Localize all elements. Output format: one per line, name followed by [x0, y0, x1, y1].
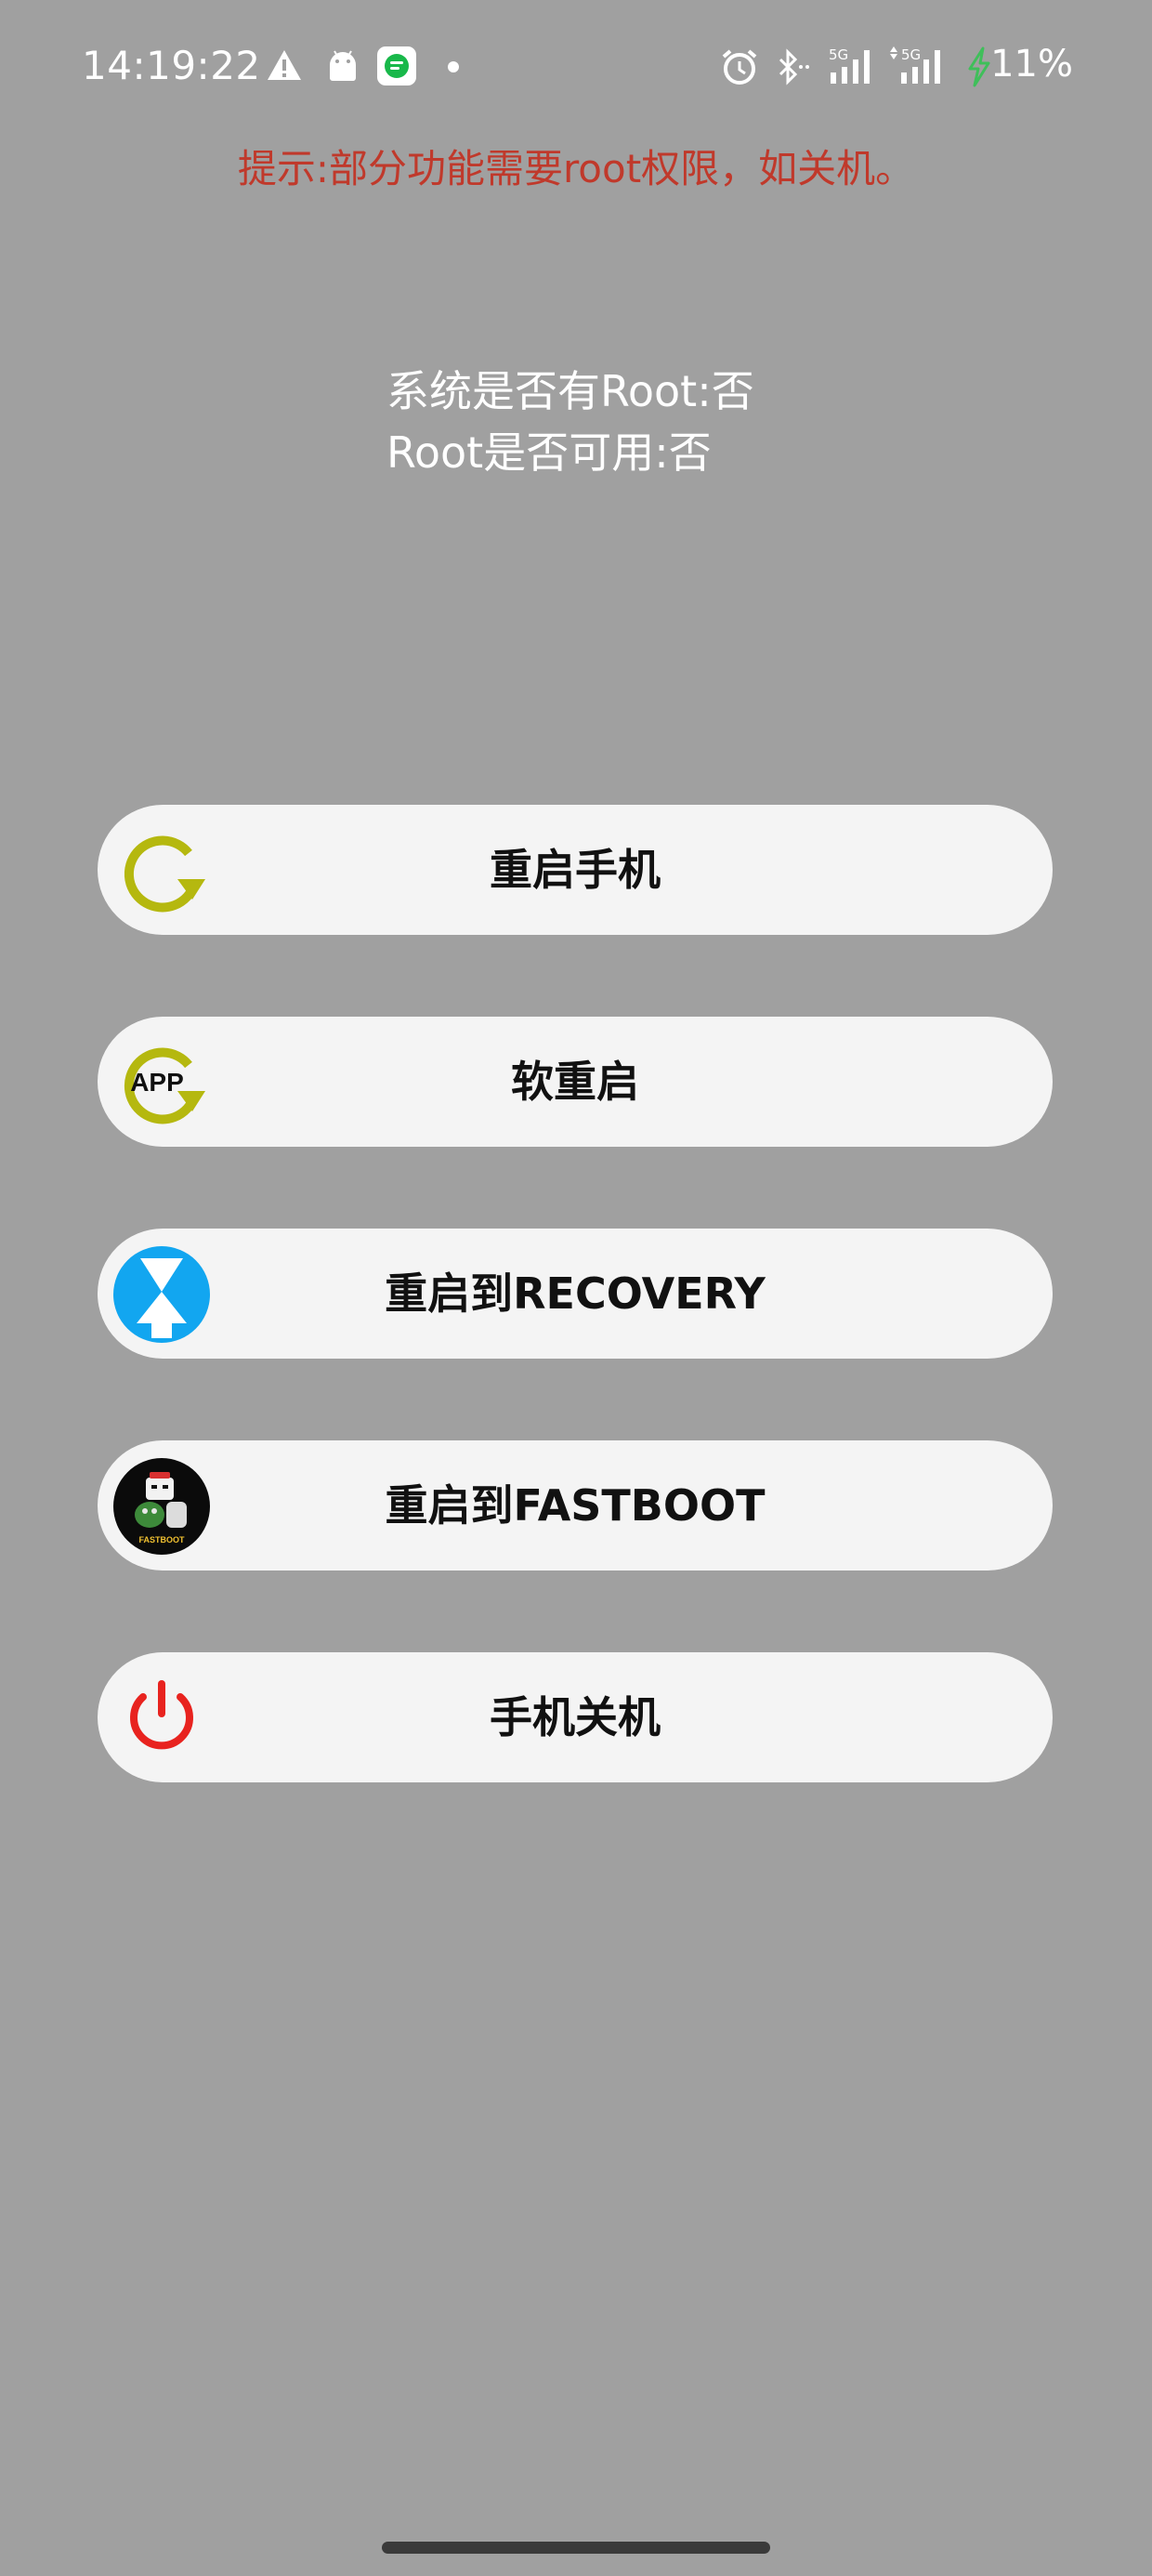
battery-percentage: 11%	[990, 43, 1073, 85]
power-off-label: 手机关机	[490, 1692, 661, 1742]
reboot-fastboot-button[interactable]: FASTBOOT 重启到FASTBOOT	[98, 1440, 1053, 1571]
svg-text:5G: 5G	[901, 46, 921, 63]
svg-text:5G: 5G	[829, 46, 848, 63]
root-permission-tip: 提示:部分功能需要root权限，如关机。	[237, 146, 915, 191]
alarm-icon	[722, 49, 757, 85]
reboot-phone-label: 重启手机	[490, 845, 661, 895]
reboot-recovery-button[interactable]: 重启到RECOVERY	[98, 1229, 1053, 1359]
root-available-status: Root是否可用:否	[386, 427, 712, 478]
signal-5g-icon: 5G	[829, 46, 870, 84]
charging-icon	[968, 46, 990, 87]
power-off-button[interactable]: 手机关机	[98, 1652, 1053, 1782]
has-root-status: 系统是否有Root:否	[386, 366, 754, 416]
bluetooth-icon	[779, 48, 809, 85]
warning-icon	[268, 50, 301, 80]
signal-5g-icon: 5G	[890, 46, 940, 84]
status-time: 14:19:22	[82, 43, 261, 88]
dot-icon	[448, 61, 459, 72]
reboot-fastboot-label: 重启到FASTBOOT	[385, 1480, 766, 1531]
soft-reboot-button[interactable]: APP 软重启	[98, 1017, 1053, 1147]
chat-app-icon	[377, 46, 416, 85]
status-bar: 14:19:22 5G 5G 11%	[0, 0, 1152, 139]
android-icon	[330, 50, 356, 81]
gesture-navigation-bar[interactable]	[382, 2542, 770, 2554]
soft-reboot-label: 软重启	[511, 1057, 639, 1107]
reboot-recovery-label: 重启到RECOVERY	[385, 1268, 766, 1319]
root-status: 系统是否有Root:否 Root是否可用:否	[386, 361, 754, 483]
reboot-phone-button[interactable]: 重启手机	[98, 805, 1053, 935]
